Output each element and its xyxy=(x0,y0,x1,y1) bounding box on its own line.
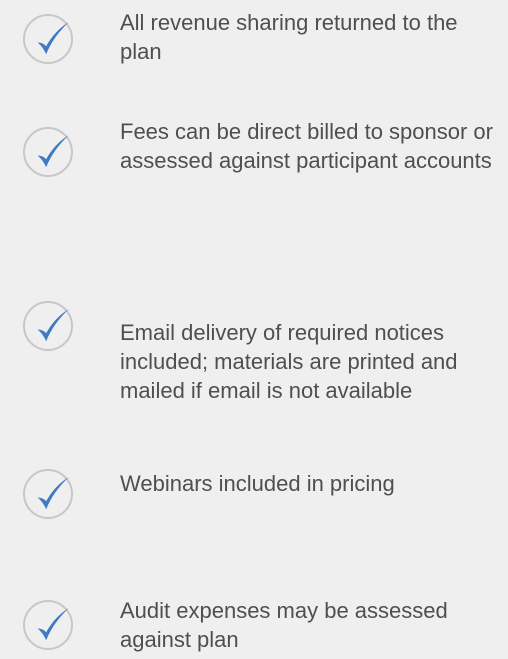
feature-text: Audit expenses may be assessed against p… xyxy=(120,598,448,652)
feature-list: All revenue sharing returned to the plan… xyxy=(0,0,508,659)
checkmark-circle-icon xyxy=(21,598,75,652)
feature-text: Fees can be direct billed to sponsor or … xyxy=(120,119,493,173)
checkmark-circle-icon xyxy=(21,299,75,353)
checkmark-circle-icon xyxy=(21,12,75,66)
checkmark-circle-icon xyxy=(21,467,75,521)
feature-text: Webinars included in pricing xyxy=(120,471,395,496)
feature-text: All revenue sharing returned to the plan xyxy=(120,10,458,64)
feature-text: Email delivery of required notices inclu… xyxy=(120,320,458,403)
checkmark-circle-icon xyxy=(21,125,75,179)
